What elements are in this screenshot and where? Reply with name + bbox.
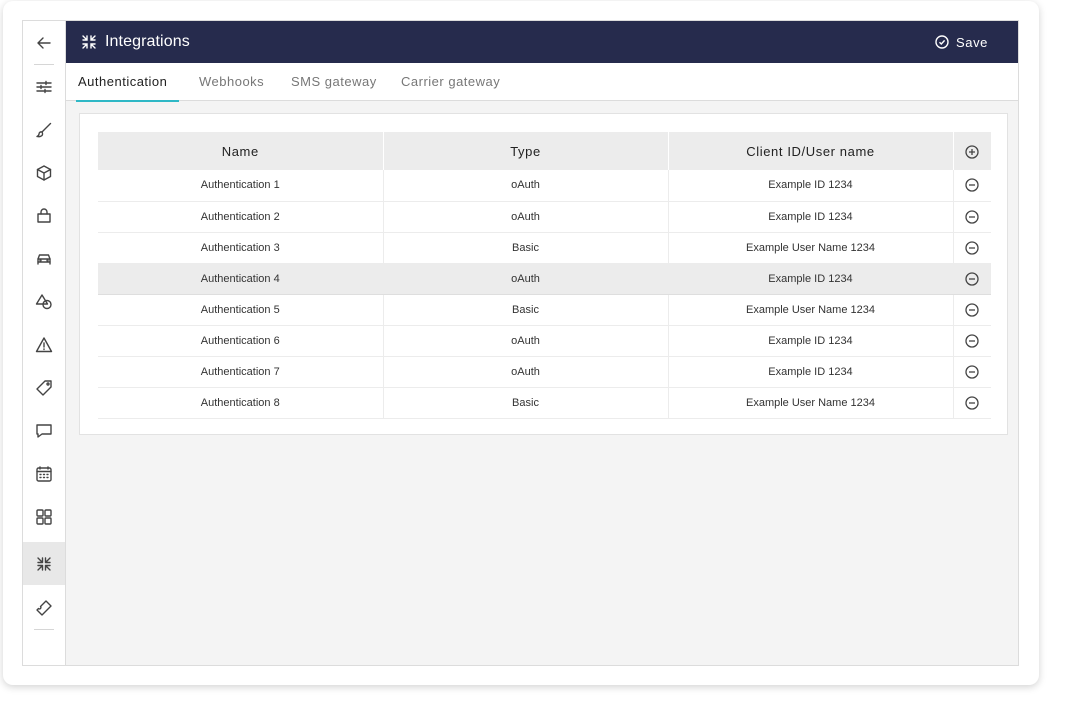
minus-circle-icon: [965, 395, 979, 410]
remove-row-button[interactable]: [953, 170, 991, 202]
main-area: Integrations Save Authentication Webhook…: [66, 21, 1018, 665]
cell-name: Authentication 2: [98, 201, 384, 233]
table-row[interactable]: Authentication 5 Basic Example User Name…: [98, 294, 991, 326]
minus-circle-icon: [965, 364, 979, 379]
tab-webhooks[interactable]: Webhooks: [199, 63, 264, 101]
chat-icon[interactable]: [23, 409, 65, 452]
table-row[interactable]: Authentication 2 oAuth Example ID 1234: [98, 201, 991, 233]
minus-circle-icon: [965, 333, 979, 348]
warning-icon[interactable]: [23, 323, 65, 366]
tab-carrier-gateway[interactable]: Carrier gateway: [401, 63, 500, 101]
page-title: Integrations: [105, 33, 190, 50]
authentication-table: Name Type Client ID/User name Authentica…: [98, 132, 991, 419]
integrations-icon[interactable]: [23, 542, 65, 585]
remove-row-button[interactable]: [953, 356, 991, 388]
remove-row-button[interactable]: [953, 263, 991, 295]
cell-type: oAuth: [383, 356, 669, 388]
save-button[interactable]: Save: [935, 32, 988, 52]
check-circle-icon: [935, 35, 949, 49]
cell-name: Authentication 3: [98, 232, 384, 264]
cell-client: Example User Name 1234: [668, 387, 954, 419]
tab-sms-gateway[interactable]: SMS gateway: [291, 63, 377, 101]
save-button-label: Save: [955, 34, 988, 50]
car-icon[interactable]: [23, 237, 65, 280]
minus-circle-icon: [965, 209, 979, 224]
page-header: Integrations Save: [66, 21, 1018, 63]
cell-client: Example User Name 1234: [668, 294, 954, 326]
cell-type: Basic: [383, 232, 669, 264]
remove-row-button[interactable]: [953, 325, 991, 357]
table-row[interactable]: Authentication 8 Basic Example User Name…: [98, 387, 991, 419]
cell-type: Basic: [383, 387, 669, 419]
cell-name: Authentication 6: [98, 325, 384, 357]
remove-row-button[interactable]: [953, 294, 991, 326]
cell-client: Example ID 1234: [668, 356, 954, 388]
minus-circle-icon: [965, 178, 979, 192]
plus-circle-icon: [965, 145, 979, 159]
back-arrow-icon[interactable]: [23, 21, 65, 64]
ticket-icon[interactable]: [23, 586, 65, 629]
tab-bar: Authentication Webhooks SMS gateway Carr…: [66, 63, 1018, 102]
remove-row-button[interactable]: [953, 201, 991, 233]
calendar-icon[interactable]: [23, 452, 65, 495]
table-row[interactable]: Authentication 6 oAuth Example ID 1234: [98, 325, 991, 357]
table-row[interactable]: Authentication 3 Basic Example User Name…: [98, 232, 991, 264]
sidebar: [23, 21, 66, 665]
cell-client: Example ID 1234: [668, 201, 954, 233]
cell-client: Example ID 1234: [668, 170, 954, 202]
cell-name: Authentication 5: [98, 294, 384, 326]
brush-icon[interactable]: [23, 108, 65, 151]
add-row-button[interactable]: [953, 132, 991, 170]
cell-client: Example User Name 1234: [668, 232, 954, 264]
cell-name: Authentication 7: [98, 356, 384, 388]
grid-icon[interactable]: [23, 495, 65, 538]
cell-type: oAuth: [383, 325, 669, 357]
sidebar-divider: [34, 629, 54, 630]
remove-row-button[interactable]: [953, 232, 991, 264]
table-row[interactable]: Authentication 7 oAuth Example ID 1234: [98, 356, 991, 388]
minus-circle-icon: [965, 302, 979, 317]
column-header-type: Type: [383, 132, 669, 170]
app-window: Integrations Save Authentication Webhook…: [22, 20, 1019, 666]
shopping-bag-icon[interactable]: [23, 194, 65, 237]
column-header-client: Client ID/User name: [668, 132, 954, 170]
integrations-icon: [81, 34, 97, 50]
remove-row-button[interactable]: [953, 387, 991, 419]
minus-circle-icon: [965, 271, 979, 286]
tab-authentication[interactable]: Authentication: [75, 63, 180, 102]
table-row[interactable]: Authentication 1 oAuth Example ID 1234: [98, 170, 991, 202]
tag-icon[interactable]: [23, 366, 65, 409]
cell-name: Authentication 8: [98, 387, 384, 419]
cell-type: Basic: [383, 294, 669, 326]
table-header-row: Name Type Client ID/User name: [98, 132, 991, 170]
column-header-name: Name: [98, 132, 384, 170]
cube-icon[interactable]: [23, 151, 65, 194]
minus-circle-icon: [965, 240, 979, 255]
shapes-icon[interactable]: [23, 280, 65, 323]
cell-name: Authentication 1: [98, 170, 384, 202]
sliders-icon[interactable]: [23, 65, 65, 108]
cell-client: Example ID 1234: [668, 263, 954, 295]
cell-client: Example ID 1234: [668, 325, 954, 357]
cell-type: oAuth: [383, 170, 669, 202]
table-row-highlighted[interactable]: Authentication 4 oAuth Example ID 1234: [98, 263, 991, 295]
cell-name: Authentication 4: [98, 263, 384, 295]
cell-type: oAuth: [383, 201, 669, 233]
authentication-card: Name Type Client ID/User name Authentica…: [79, 113, 1008, 435]
cell-type: oAuth: [383, 263, 669, 295]
